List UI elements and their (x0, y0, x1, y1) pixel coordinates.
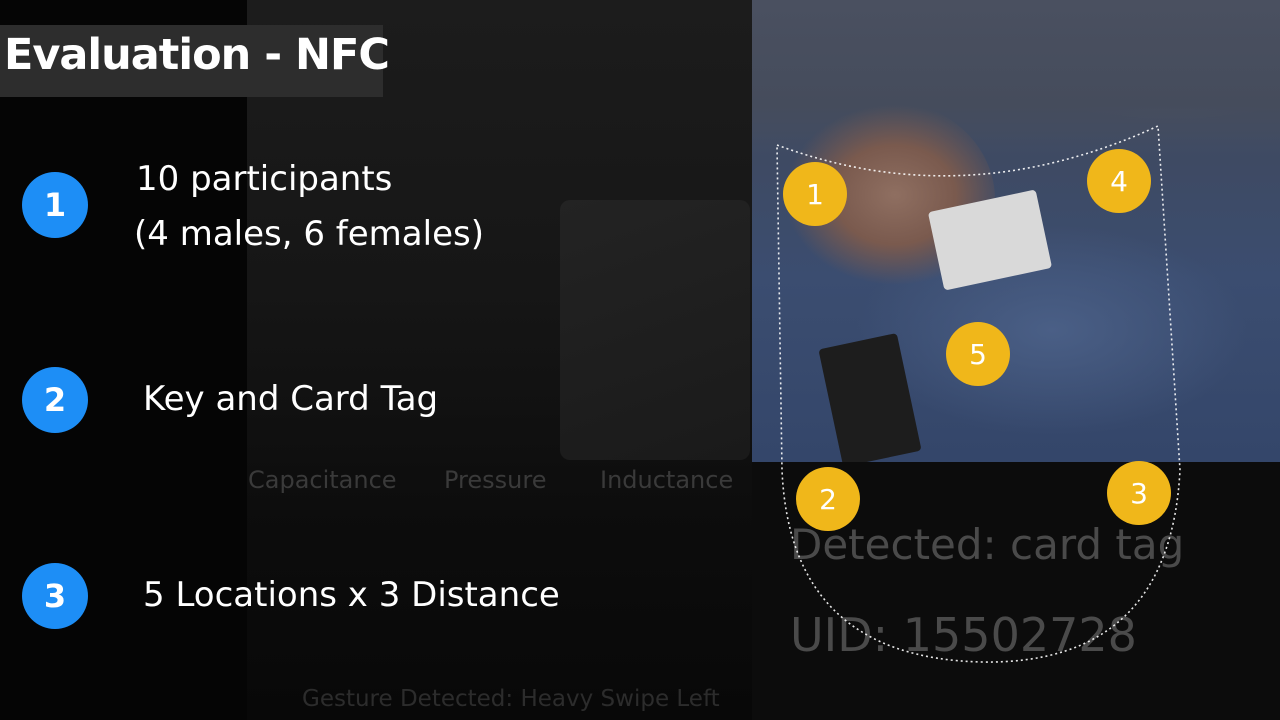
pocket-outline (776, 124, 1181, 663)
location-marker-3: 3 (1107, 461, 1171, 525)
slide: Capacitance Pressure Inductance Detected… (0, 0, 1280, 720)
location-marker-5: 5 (946, 322, 1010, 386)
location-marker-2: 2 (796, 467, 860, 531)
location-marker-1: 1 (783, 162, 847, 226)
location-marker-4: 4 (1087, 149, 1151, 213)
